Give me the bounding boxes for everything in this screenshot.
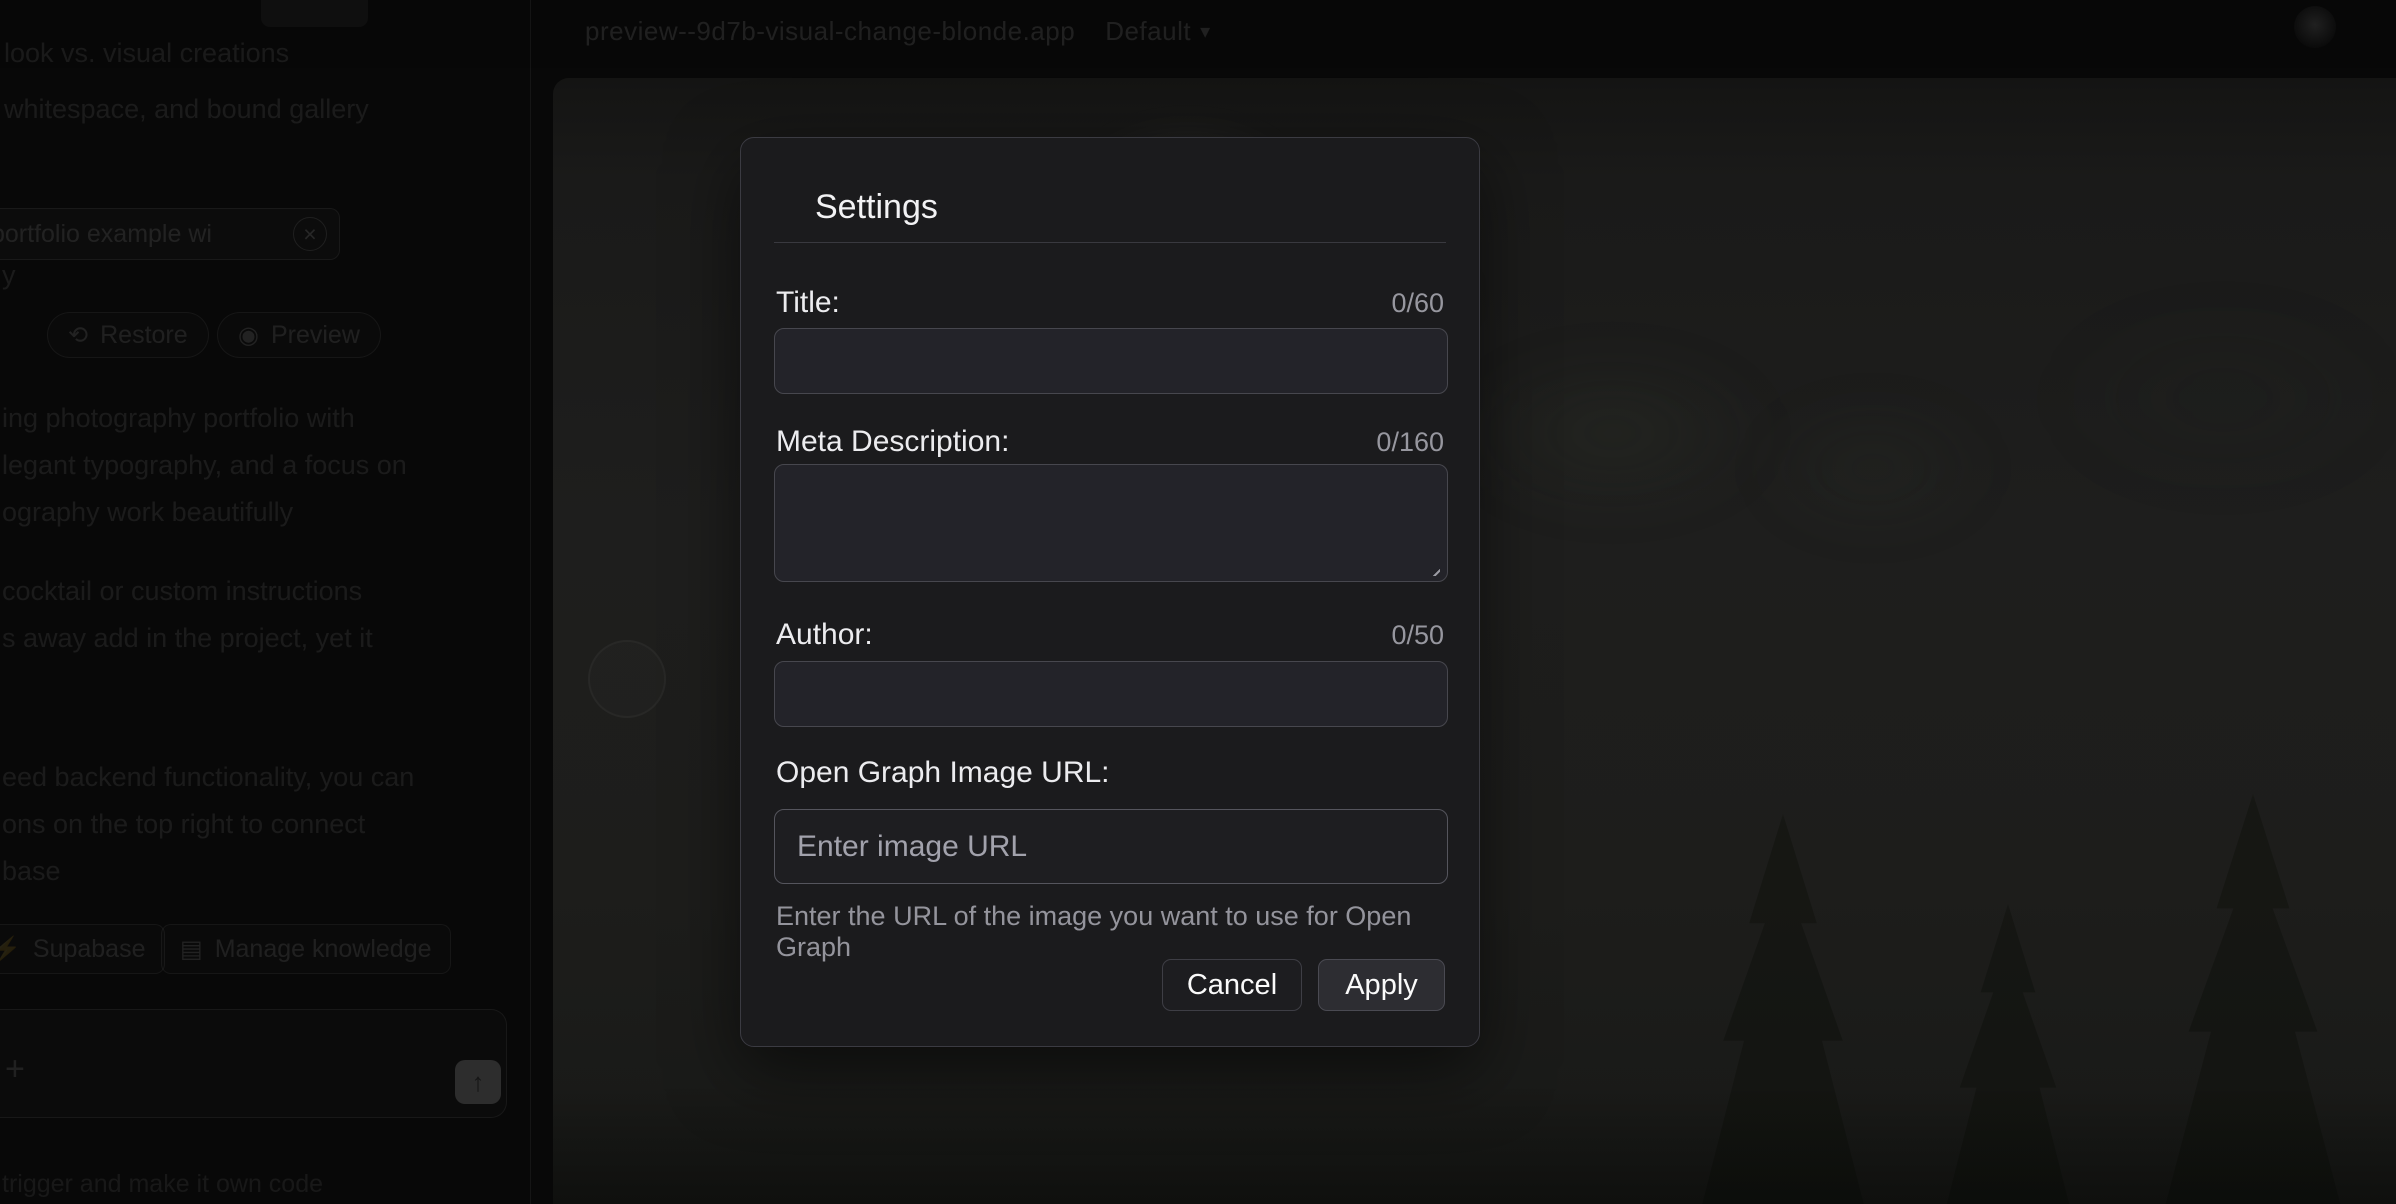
meta-description-label: Meta Description:: [776, 425, 1009, 459]
arrow-up-icon: ↑: [472, 1067, 485, 1098]
environment-selector[interactable]: Default ▾: [1105, 16, 1210, 47]
og-image-url-helper: Enter the URL of the image you want to u…: [776, 901, 1479, 963]
supabase-label: Supabase: [33, 935, 146, 964]
preview-url-text: preview--9d7b-visual-change-blonde.app: [585, 16, 1075, 47]
chat-footer-fragment: trigger and make it own code: [2, 1170, 323, 1199]
foliage-blob: [1453, 348, 1773, 518]
settings-dialog: Settings Title: 0/60 Meta Description: 0…: [740, 137, 1480, 1047]
foliage-blob: [1753, 398, 1993, 538]
panel-divider: [530, 0, 531, 1204]
manage-knowledge-button[interactable]: ▤ Manage knowledge: [161, 924, 451, 974]
supabase-button[interactable]: ⚡ Supabase: [0, 924, 165, 974]
apply-button[interactable]: Apply: [1318, 959, 1445, 1011]
chevron-down-icon: ▾: [1200, 19, 1211, 44]
title-input[interactable]: [774, 328, 1448, 394]
chat-composer[interactable]: + ↑: [0, 1009, 507, 1118]
og-image-url-input[interactable]: [774, 809, 1448, 884]
meta-description-textarea[interactable]: [774, 464, 1448, 582]
preview-label: Preview: [271, 321, 360, 350]
restore-label: Restore: [100, 321, 188, 350]
chat-message-fragment: ography work beautifully: [2, 489, 407, 536]
send-button[interactable]: ↑: [455, 1060, 501, 1104]
plus-icon[interactable]: +: [5, 1050, 25, 1089]
og-image-url-label: Open Graph Image URL:: [776, 756, 1110, 790]
restore-icon: ⟲: [68, 321, 88, 350]
preview-button[interactable]: ◉ Preview: [217, 312, 381, 358]
dialog-title: Settings: [815, 188, 938, 227]
dialog-divider: [774, 242, 1446, 243]
foliage-blob: [2053, 308, 2393, 488]
meta-description-counter: 0/160: [1376, 427, 1444, 458]
chat-message-fragment: y: [2, 252, 16, 299]
title-counter: 0/60: [1391, 288, 1444, 319]
avatar[interactable]: [2294, 6, 2336, 48]
chat-paragraph: cocktail or custom instructions s away a…: [2, 568, 373, 662]
chat-message-fragment: base: [2, 848, 414, 895]
eye-icon: ◉: [238, 321, 259, 350]
ground-shadow: [553, 1084, 2396, 1204]
environment-label: Default: [1105, 16, 1191, 47]
author-label: Author:: [776, 618, 873, 652]
chat-message-fragment: ons on the top right to connect: [2, 801, 414, 848]
chat-message-fragment: look vs. visual creations: [4, 30, 289, 77]
floating-widget: [588, 640, 666, 718]
chat-message-fragment: eed backend functionality, you can: [2, 754, 414, 801]
supabase-icon: ⚡: [0, 935, 21, 964]
chat-message-fragment: whitespace, and bound gallery: [4, 86, 369, 133]
chat-message-fragment: cocktail or custom instructions: [2, 568, 373, 615]
cancel-button[interactable]: Cancel: [1162, 959, 1302, 1011]
attachment-chip-label: portfolio example wi: [0, 220, 283, 249]
manage-knowledge-label: Manage knowledge: [215, 935, 432, 964]
chat-message-fragment: ing photography portfolio with: [2, 395, 407, 442]
title-label: Title:: [776, 286, 840, 320]
chat-message-fragment: s away add in the project, yet it: [2, 615, 373, 662]
author-counter: 0/50: [1391, 620, 1444, 651]
knowledge-icon: ▤: [180, 935, 203, 964]
chat-paragraph: ing photography portfolio with legant ty…: [2, 395, 407, 536]
chat-panel: look vs. visual creations whitespace, an…: [0, 0, 531, 1204]
preview-url-bar: preview--9d7b-visual-change-blonde.app D…: [585, 16, 1211, 47]
author-input[interactable]: [774, 661, 1448, 727]
restore-button[interactable]: ⟲ Restore: [47, 312, 209, 358]
attachment-chip[interactable]: portfolio example wi ×: [0, 208, 340, 260]
chat-paragraph: eed backend functionality, you can ons o…: [2, 754, 414, 895]
close-icon[interactable]: ×: [293, 217, 327, 251]
chat-message-fragment: legant typography, and a focus on: [2, 442, 407, 489]
